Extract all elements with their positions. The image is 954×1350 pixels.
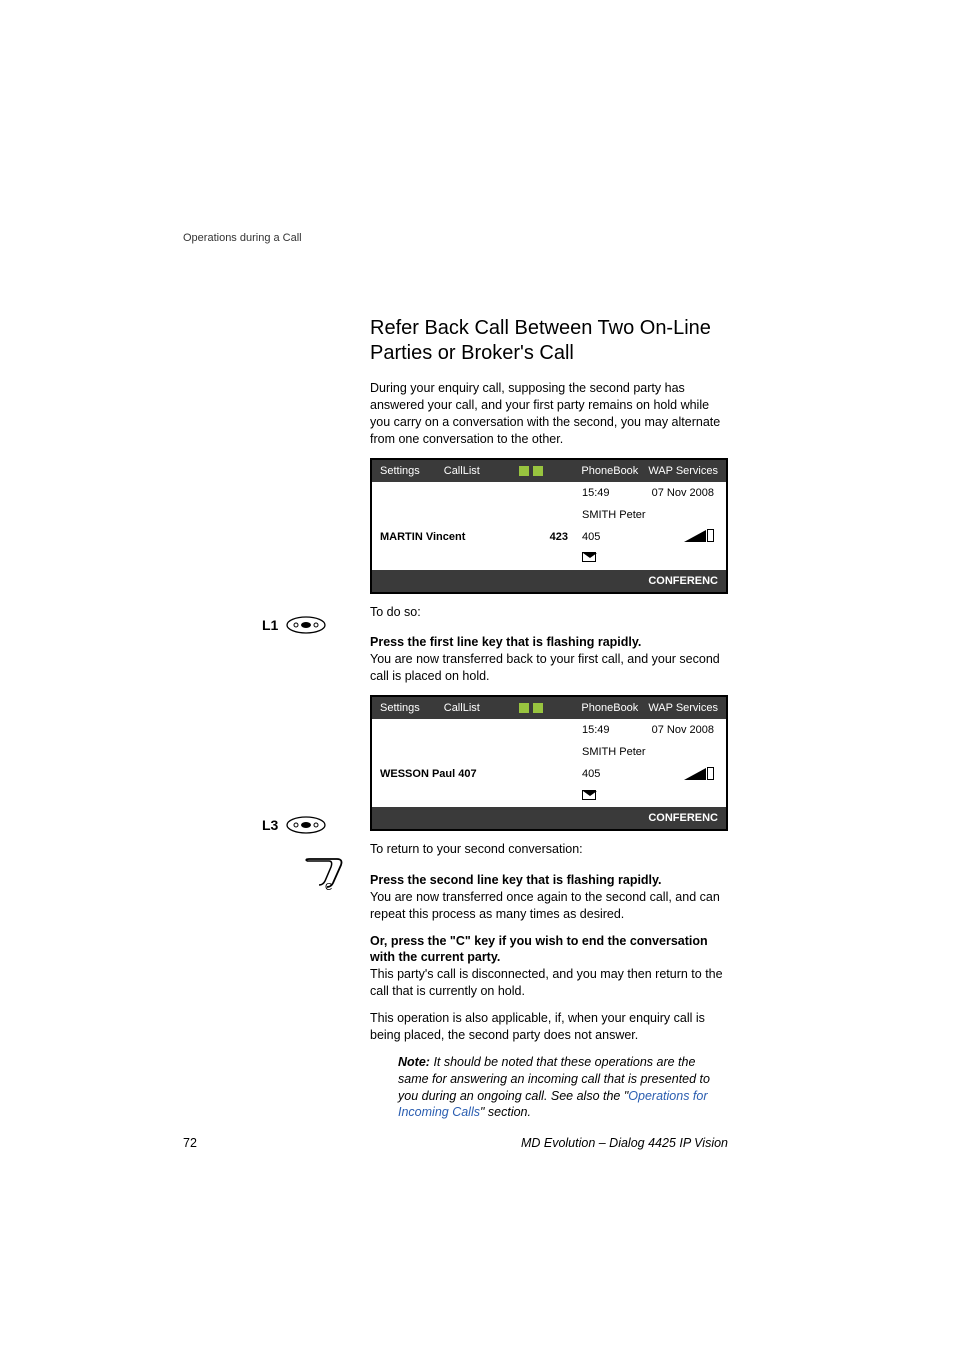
screen-owner: SMITH Peter: [582, 509, 634, 521]
l3-key-marker: L3: [262, 816, 326, 834]
l3-label: L3: [262, 817, 278, 833]
signal-icon: [684, 528, 714, 542]
footer-title: MD Evolution – Dialog 4425 IP Vision: [521, 1136, 728, 1150]
menu-calllist: CallList: [444, 702, 480, 714]
screen-softkey-bar: CONFERENC: [372, 570, 726, 592]
c-key-icon: C: [303, 857, 345, 891]
menu-phonebook: PhoneBook: [581, 702, 638, 714]
note-body-post: " section.: [480, 1105, 531, 1119]
screen-date: 07 Nov 2008: [634, 487, 722, 499]
l3-body: You are now transferred once again to th…: [370, 890, 720, 921]
status-squares-icon: [519, 703, 543, 713]
caller-number: 423: [550, 531, 582, 543]
ckey-title: Or, press the "C" key if you wish to end…: [370, 934, 708, 965]
phone-screen-2: Settings CallList PhoneBook WAP Services…: [370, 695, 728, 831]
screen-menu-bar: Settings CallList PhoneBook WAP Services: [372, 460, 726, 482]
todo-text: To do so:: [370, 604, 728, 621]
screen-menu-bar: Settings CallList PhoneBook WAP Services: [372, 697, 726, 719]
envelope-icon: [582, 790, 596, 800]
softkey-icon: [286, 816, 326, 834]
note-block: Note: It should be noted that these oper…: [398, 1054, 728, 1122]
menu-wap: WAP Services: [648, 465, 718, 477]
svg-text:C: C: [325, 882, 332, 891]
softkey-conference: CONFERENC: [648, 575, 718, 587]
ckey-extra: This operation is also applicable, if, w…: [370, 1010, 728, 1044]
section-heading: Refer Back Call Between Two On-Line Part…: [370, 316, 728, 366]
menu-wap: WAP Services: [648, 702, 718, 714]
l1-label: L1: [262, 617, 278, 633]
note-label: Note:: [398, 1055, 430, 1069]
menu-phonebook: PhoneBook: [581, 465, 638, 477]
page-number: 72: [183, 1136, 197, 1150]
caller-name: MARTIN Vincent: [380, 531, 465, 543]
screen-date: 07 Nov 2008: [634, 724, 722, 736]
l1-instruction: Press the first line key that is flashin…: [370, 634, 728, 685]
screen-ext: 405: [582, 768, 634, 780]
softkey-icon: [286, 616, 326, 634]
menu-settings: Settings: [380, 465, 420, 477]
status-squares-icon: [519, 466, 543, 476]
ckey-body: This party's call is disconnected, and y…: [370, 967, 723, 998]
screen-time: 15:49: [582, 487, 634, 499]
envelope-icon: [582, 552, 596, 562]
header-section: Operations during a Call: [183, 232, 302, 244]
ckey-instruction: Or, press the "C" key if you wish to end…: [370, 933, 728, 1001]
l1-key-marker: L1: [262, 616, 326, 634]
screen-softkey-bar: CONFERENC: [372, 807, 726, 829]
screen-time: 15:49: [582, 724, 634, 736]
menu-calllist: CallList: [444, 465, 480, 477]
screen-ext: 405: [582, 531, 634, 543]
l1-title: Press the first line key that is flashin…: [370, 635, 641, 649]
signal-icon: [684, 766, 714, 780]
caller-name: WESSON Paul 407: [380, 768, 477, 780]
softkey-conference: CONFERENC: [648, 812, 718, 824]
intro-paragraph: During your enquiry call, supposing the …: [370, 380, 728, 448]
phone-screen-1: Settings CallList PhoneBook WAP Services…: [370, 458, 728, 594]
l3-title: Press the second line key that is flashi…: [370, 873, 662, 887]
l1-body: You are now transferred back to your fir…: [370, 652, 720, 683]
menu-settings: Settings: [380, 702, 420, 714]
l3-instruction: Press the second line key that is flashi…: [370, 872, 728, 923]
screen-owner: SMITH Peter: [582, 746, 634, 758]
return-text: To return to your second conversation:: [370, 841, 728, 858]
